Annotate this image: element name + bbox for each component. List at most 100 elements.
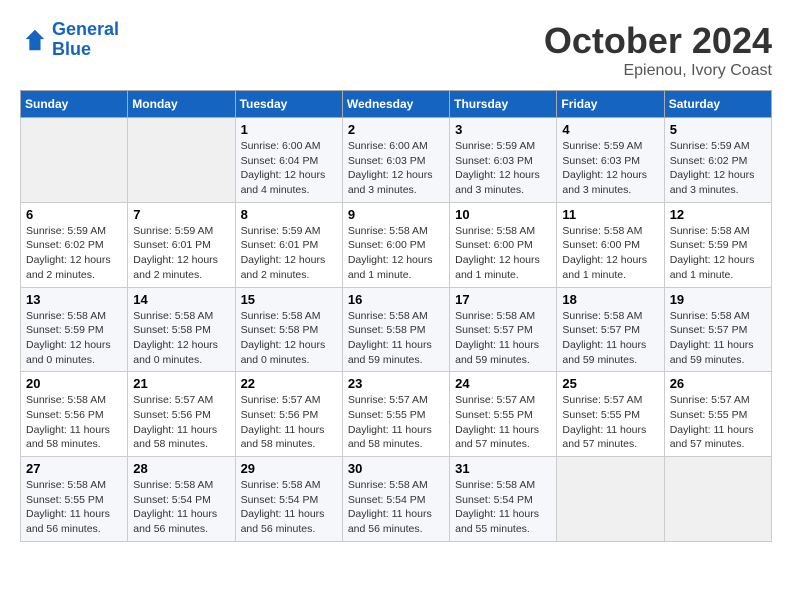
day-info: Sunrise: 5:58 AM Sunset: 6:00 PM Dayligh… [455,224,551,283]
calendar-cell: 21 Sunrise: 5:57 AM Sunset: 5:56 PM Dayli… [128,372,235,457]
day-info: Sunrise: 5:58 AM Sunset: 5:54 PM Dayligh… [348,478,444,537]
day-number: 1 [241,122,337,137]
day-number: 6 [26,207,122,222]
month-title: October 2024 [544,20,772,62]
calendar-cell: 8 Sunrise: 5:59 AM Sunset: 6:01 PM Daylig… [235,202,342,287]
day-number: 11 [562,207,658,222]
day-number: 15 [241,292,337,307]
day-info: Sunrise: 5:58 AM Sunset: 5:57 PM Dayligh… [670,309,766,368]
calendar-cell: 7 Sunrise: 5:59 AM Sunset: 6:01 PM Daylig… [128,202,235,287]
calendar-cell: 14Sunrise: 5:58 AM Sunset: 5:58 PM Dayli… [128,287,235,372]
day-info: Sunrise: 5:58 AM Sunset: 5:55 PM Dayligh… [26,478,122,537]
day-info: Sunrise: 5:58 AM Sunset: 5:58 PM Dayligh… [348,309,444,368]
calendar-cell: 17 Sunrise: 5:58 AM Sunset: 5:57 PM Dayli… [450,287,557,372]
day-number: 21 [133,376,229,391]
day-number: 31 [455,461,551,476]
day-info: Sunrise: 5:57 AM Sunset: 5:55 PM Dayligh… [348,393,444,452]
logo-line2: Blue [52,39,91,59]
day-header-thursday: Thursday [450,91,557,118]
calendar-week-row: 20 Sunrise: 5:58 AM Sunset: 5:56 PM Dayli… [21,372,772,457]
day-info: Sunrise: 5:58 AM Sunset: 5:58 PM Dayligh… [133,309,229,368]
day-header-friday: Friday [557,91,664,118]
calendar-cell: 15Sunrise: 5:58 AM Sunset: 5:58 PM Dayli… [235,287,342,372]
calendar-cell: 22Sunrise: 5:57 AM Sunset: 5:56 PM Dayli… [235,372,342,457]
day-info: Sunrise: 5:59 AM Sunset: 6:03 PM Dayligh… [562,139,658,198]
calendar-cell: 18 Sunrise: 5:58 AM Sunset: 5:57 PM Dayli… [557,287,664,372]
day-number: 12 [670,207,766,222]
day-number: 29 [241,461,337,476]
calendar-cell: 2Sunrise: 6:00 AM Sunset: 6:03 PM Daylig… [342,118,449,203]
day-number: 23 [348,376,444,391]
day-number: 30 [348,461,444,476]
day-info: Sunrise: 5:58 AM Sunset: 5:56 PM Dayligh… [26,393,122,452]
day-number: 27 [26,461,122,476]
logo: General Blue [20,20,119,60]
calendar-cell [664,457,771,542]
day-number: 4 [562,122,658,137]
day-info: Sunrise: 5:59 AM Sunset: 6:03 PM Dayligh… [455,139,551,198]
calendar-cell: 12Sunrise: 5:58 AM Sunset: 5:59 PM Dayli… [664,202,771,287]
calendar-cell: 27 Sunrise: 5:58 AM Sunset: 5:55 PM Dayli… [21,457,128,542]
calendar-table: SundayMondayTuesdayWednesdayThursdayFrid… [20,90,772,542]
calendar-cell: 24Sunrise: 5:57 AM Sunset: 5:55 PM Dayli… [450,372,557,457]
day-info: Sunrise: 5:58 AM Sunset: 5:54 PM Dayligh… [133,478,229,537]
day-number: 8 [241,207,337,222]
day-number: 3 [455,122,551,137]
day-number: 19 [670,292,766,307]
calendar-cell: 6 Sunrise: 5:59 AM Sunset: 6:02 PM Daylig… [21,202,128,287]
day-number: 16 [348,292,444,307]
day-number: 22 [241,376,337,391]
day-info: Sunrise: 6:00 AM Sunset: 6:04 PM Dayligh… [241,139,337,198]
calendar-cell: 4 Sunrise: 5:59 AM Sunset: 6:03 PM Daylig… [557,118,664,203]
calendar-cell: 16 Sunrise: 5:58 AM Sunset: 5:58 PM Dayli… [342,287,449,372]
day-info: Sunrise: 5:58 AM Sunset: 5:54 PM Dayligh… [455,478,551,537]
calendar-cell: 25 Sunrise: 5:57 AM Sunset: 5:55 PM Dayli… [557,372,664,457]
calendar-cell: 1 Sunrise: 6:00 AM Sunset: 6:04 PM Daylig… [235,118,342,203]
logo-line1: General [52,19,119,39]
day-number: 28 [133,461,229,476]
calendar-cell [21,118,128,203]
day-info: Sunrise: 5:58 AM Sunset: 5:54 PM Dayligh… [241,478,337,537]
day-info: Sunrise: 5:58 AM Sunset: 5:59 PM Dayligh… [26,309,122,368]
day-number: 9 [348,207,444,222]
day-info: Sunrise: 5:57 AM Sunset: 5:55 PM Dayligh… [670,393,766,452]
day-info: Sunrise: 5:58 AM Sunset: 5:57 PM Dayligh… [562,309,658,368]
calendar-week-row: 1 Sunrise: 6:00 AM Sunset: 6:04 PM Daylig… [21,118,772,203]
calendar-cell: 3 Sunrise: 5:59 AM Sunset: 6:03 PM Daylig… [450,118,557,203]
calendar-week-row: 27 Sunrise: 5:58 AM Sunset: 5:55 PM Dayli… [21,457,772,542]
calendar-cell: 28 Sunrise: 5:58 AM Sunset: 5:54 PM Dayli… [128,457,235,542]
calendar-cell: 23 Sunrise: 5:57 AM Sunset: 5:55 PM Dayli… [342,372,449,457]
day-info: Sunrise: 5:59 AM Sunset: 6:01 PM Dayligh… [133,224,229,283]
day-info: Sunrise: 5:57 AM Sunset: 5:55 PM Dayligh… [562,393,658,452]
calendar-cell: 13 Sunrise: 5:58 AM Sunset: 5:59 PM Dayli… [21,287,128,372]
day-number: 13 [26,292,122,307]
page-header: General Blue October 2024 Epienou, Ivory… [20,20,772,80]
calendar-header-row: SundayMondayTuesdayWednesdayThursdayFrid… [21,91,772,118]
calendar-cell: 20 Sunrise: 5:58 AM Sunset: 5:56 PM Dayli… [21,372,128,457]
day-info: Sunrise: 5:59 AM Sunset: 6:01 PM Dayligh… [241,224,337,283]
calendar-cell: 29 Sunrise: 5:58 AM Sunset: 5:54 PM Dayli… [235,457,342,542]
calendar-cell: 19 Sunrise: 5:58 AM Sunset: 5:57 PM Dayli… [664,287,771,372]
day-header-wednesday: Wednesday [342,91,449,118]
day-number: 25 [562,376,658,391]
calendar-cell: 9Sunrise: 5:58 AM Sunset: 6:00 PM Daylig… [342,202,449,287]
day-number: 7 [133,207,229,222]
day-info: Sunrise: 5:59 AM Sunset: 6:02 PM Dayligh… [26,224,122,283]
calendar-cell: 31 Sunrise: 5:58 AM Sunset: 5:54 PM Dayli… [450,457,557,542]
day-number: 20 [26,376,122,391]
day-info: Sunrise: 5:57 AM Sunset: 5:56 PM Dayligh… [133,393,229,452]
calendar-cell: 5 Sunrise: 5:59 AM Sunset: 6:02 PM Daylig… [664,118,771,203]
day-info: Sunrise: 5:58 AM Sunset: 6:00 PM Dayligh… [562,224,658,283]
day-info: Sunrise: 6:00 AM Sunset: 6:03 PM Dayligh… [348,139,444,198]
day-number: 17 [455,292,551,307]
day-info: Sunrise: 5:58 AM Sunset: 5:57 PM Dayligh… [455,309,551,368]
day-number: 18 [562,292,658,307]
calendar-cell: 10Sunrise: 5:58 AM Sunset: 6:00 PM Dayli… [450,202,557,287]
day-header-tuesday: Tuesday [235,91,342,118]
day-header-saturday: Saturday [664,91,771,118]
calendar-cell: 26Sunrise: 5:57 AM Sunset: 5:55 PM Dayli… [664,372,771,457]
calendar-cell: 30 Sunrise: 5:58 AM Sunset: 5:54 PM Dayli… [342,457,449,542]
logo-text: General Blue [52,20,119,60]
day-number: 5 [670,122,766,137]
day-info: Sunrise: 5:59 AM Sunset: 6:02 PM Dayligh… [670,139,766,198]
